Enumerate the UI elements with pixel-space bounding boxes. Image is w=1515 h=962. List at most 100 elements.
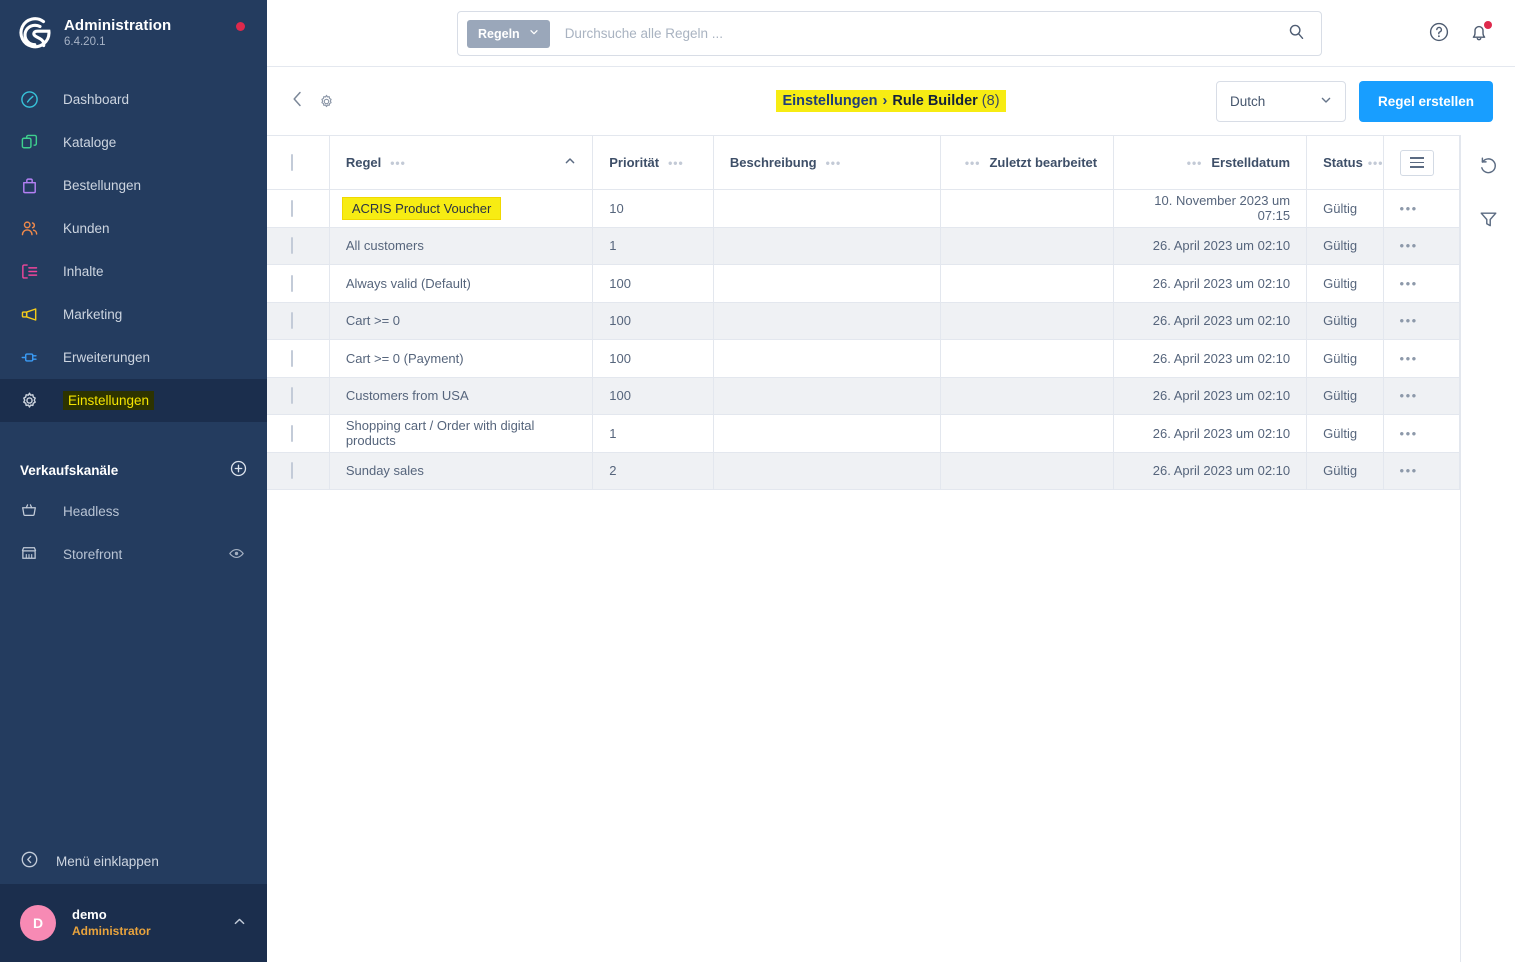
column-menu-dots-icon[interactable]: ••• xyxy=(826,156,842,170)
column-menu-dots-icon[interactable]: ••• xyxy=(668,156,684,170)
brand-header[interactable]: Administration 6.4.20.1 xyxy=(0,0,267,64)
breadcrumb-parent[interactable]: Einstellungen xyxy=(782,93,877,109)
column-header-description[interactable]: Beschreibung ••• xyxy=(713,135,942,190)
column-menu-dots-icon[interactable]: ••• xyxy=(1187,156,1203,170)
refresh-undo-icon[interactable] xyxy=(1478,155,1499,181)
row-select-cell xyxy=(267,264,330,303)
global-search: Regeln xyxy=(457,11,1322,56)
back-button[interactable] xyxy=(283,90,312,113)
context-menu-dots-icon[interactable]: ••• xyxy=(1400,238,1418,253)
sidebar-item-erweiterungen[interactable]: Erweiterungen xyxy=(0,336,267,379)
table-row[interactable]: Cart >= 0 100 26. April 2023 um 02:10 Gü… xyxy=(267,302,1461,340)
table-row[interactable]: ACRIS Product Voucher 10 10. November 20… xyxy=(267,189,1461,228)
table-row[interactable]: Customers from USA 100 26. April 2023 um… xyxy=(267,377,1461,415)
cell-rule[interactable]: All customers xyxy=(329,227,594,265)
cell-last-edited xyxy=(940,302,1115,340)
row-checkbox[interactable] xyxy=(291,387,293,405)
sales-channel-storefront[interactable]: Storefront xyxy=(0,533,267,576)
sidebar-item-inhalte[interactable]: Inhalte xyxy=(0,250,267,293)
column-menu-dots-icon[interactable]: ••• xyxy=(965,156,981,170)
rule-name-highlighted[interactable]: ACRIS Product Voucher xyxy=(341,196,502,220)
column-header-status[interactable]: Status ••• xyxy=(1306,135,1384,190)
context-menu-dots-icon[interactable]: ••• xyxy=(1400,463,1418,478)
cell-status: Gültig xyxy=(1306,377,1384,415)
row-checkbox[interactable] xyxy=(291,349,293,367)
cell-status: Gültig xyxy=(1306,414,1384,453)
cell-description xyxy=(713,414,942,453)
search-input[interactable] xyxy=(562,25,1288,42)
help-question-circle-icon[interactable] xyxy=(1427,20,1453,46)
cell-rule[interactable]: Shopping cart / Order with digital produ… xyxy=(329,414,594,453)
plus-circle-icon[interactable] xyxy=(230,460,247,480)
sales-channel-label: Headless xyxy=(63,504,120,519)
cell-actions: ••• xyxy=(1383,414,1461,453)
language-select[interactable]: Dutch xyxy=(1215,80,1346,122)
sales-channel-label: Storefront xyxy=(63,547,123,562)
cell-rule[interactable]: Cart >= 0 xyxy=(329,302,594,340)
row-checkbox[interactable] xyxy=(291,312,293,330)
table-row[interactable]: Cart >= 0 (Payment) 100 26. April 2023 u… xyxy=(267,339,1461,378)
sidebar-item-dashboard[interactable]: Dashboard xyxy=(0,78,267,121)
sidebar-item-label: Bestellungen xyxy=(63,178,142,193)
filter-funnel-icon[interactable] xyxy=(1478,209,1499,235)
sidebar: Administration 6.4.20.1 Dashboard Katalo… xyxy=(0,0,267,962)
extensions-plug-icon xyxy=(20,348,46,367)
table-row[interactable]: Sunday sales 2 26. April 2023 um 02:10 G… xyxy=(267,452,1461,490)
column-label: Beschreibung xyxy=(729,155,817,170)
sidebar-item-label: Inhalte xyxy=(63,264,104,279)
sidebar-item-marketing[interactable]: Marketing xyxy=(0,293,267,336)
context-menu-dots-icon[interactable]: ••• xyxy=(1400,388,1418,403)
cell-rule[interactable]: Cart >= 0 (Payment) xyxy=(329,339,594,378)
marketing-megaphone-icon xyxy=(20,305,46,324)
column-header-rule[interactable]: Regel ••• xyxy=(329,135,594,190)
column-header-last-edited[interactable]: ••• Zuletzt bearbeitet xyxy=(940,135,1115,190)
rules-table: Regel ••• Priorität ••• Beschreibung •••… xyxy=(267,135,1461,490)
context-menu-dots-icon[interactable]: ••• xyxy=(1400,426,1418,441)
row-checkbox[interactable] xyxy=(291,237,293,255)
column-header-created[interactable]: ••• Erstelldatum xyxy=(1113,135,1308,190)
row-checkbox[interactable] xyxy=(291,462,293,480)
cell-created: 26. April 2023 um 02:10 xyxy=(1113,264,1308,303)
sales-channel-headless[interactable]: Headless xyxy=(0,490,267,533)
sidebar-item-label: Erweiterungen xyxy=(63,350,151,365)
chevron-left-circle-icon xyxy=(20,850,39,872)
context-menu-dots-icon[interactable]: ••• xyxy=(1400,201,1418,216)
cell-created: 26. April 2023 um 02:10 xyxy=(1113,452,1308,490)
context-menu-dots-icon[interactable]: ••• xyxy=(1400,313,1418,328)
table-row[interactable]: Shopping cart / Order with digital produ… xyxy=(267,414,1461,453)
collapse-menu-button[interactable]: Menü einklappen xyxy=(0,838,267,884)
search-scope-button[interactable]: Regeln xyxy=(467,19,550,48)
notification-bell-icon[interactable] xyxy=(1467,20,1493,46)
cell-rule[interactable]: Customers from USA xyxy=(329,377,594,415)
row-checkbox[interactable] xyxy=(291,424,293,442)
caret-up-icon[interactable] xyxy=(564,155,576,170)
breadcrumb-count: (8) xyxy=(981,93,1000,109)
sidebar-item-bestellungen[interactable]: Bestellungen xyxy=(0,164,267,207)
column-header-priority[interactable]: Priorität ••• xyxy=(592,135,714,190)
eye-icon[interactable] xyxy=(228,545,245,565)
cell-rule[interactable]: Sunday sales xyxy=(329,452,594,490)
gear-icon[interactable] xyxy=(312,93,341,110)
select-all-checkbox[interactable] xyxy=(291,154,293,171)
context-menu-dots-icon[interactable]: ••• xyxy=(1400,351,1418,366)
table-row[interactable]: All customers 1 26. April 2023 um 02:10 … xyxy=(267,227,1461,265)
sidebar-item-einstellungen[interactable]: Einstellungen xyxy=(0,379,267,422)
context-menu-dots-icon[interactable]: ••• xyxy=(1400,276,1418,291)
cell-actions: ••• xyxy=(1383,264,1461,303)
create-rule-button[interactable]: Regel erstellen xyxy=(1358,80,1493,122)
column-menu-dots-icon[interactable]: ••• xyxy=(1368,156,1384,170)
row-checkbox[interactable] xyxy=(291,274,293,292)
row-checkbox[interactable] xyxy=(291,199,293,217)
notification-badge-dot xyxy=(1484,21,1492,29)
column-menu-dots-icon[interactable]: ••• xyxy=(390,156,406,170)
table-columns-hamburger-icon[interactable] xyxy=(1399,149,1434,176)
table-row[interactable]: Always valid (Default) 100 26. April 202… xyxy=(267,264,1461,303)
search-magnifier-icon[interactable] xyxy=(1288,23,1305,45)
sidebar-item-kataloge[interactable]: Kataloge xyxy=(0,121,267,164)
chevron-up-icon[interactable] xyxy=(232,914,247,932)
cell-rule: ACRIS Product Voucher xyxy=(329,189,594,228)
cell-created: 26. April 2023 um 02:10 xyxy=(1113,227,1308,265)
sidebar-item-kunden[interactable]: Kunden xyxy=(0,207,267,250)
cell-rule[interactable]: Always valid (Default) xyxy=(329,264,594,303)
user-menu[interactable]: D demo Administrator xyxy=(0,884,267,962)
